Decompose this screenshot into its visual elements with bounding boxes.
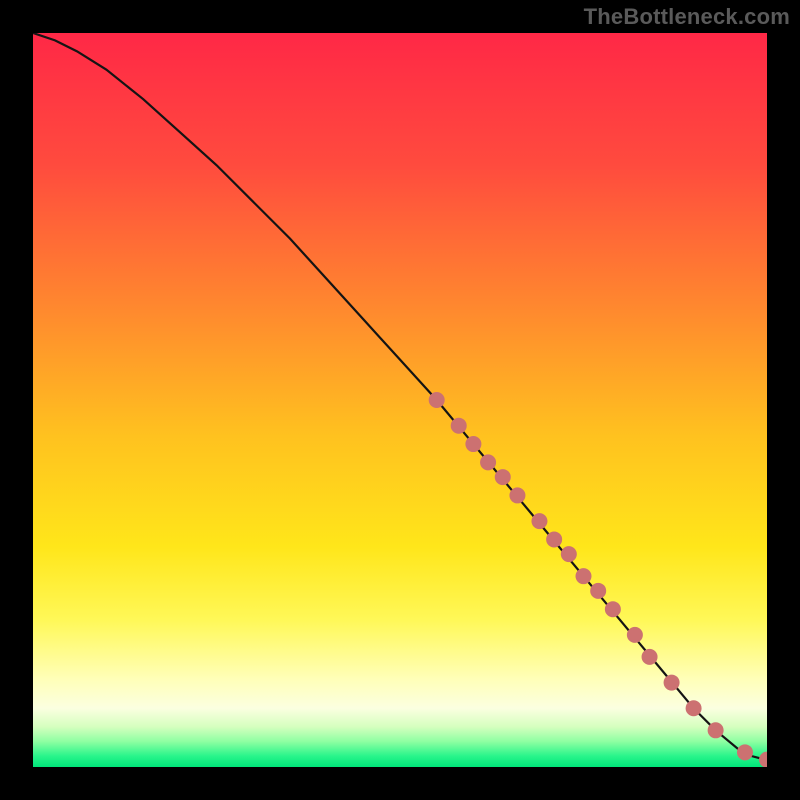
marker-point bbox=[480, 454, 496, 470]
marker-point bbox=[546, 531, 562, 547]
marker-point bbox=[590, 583, 606, 599]
watermark-text: TheBottleneck.com bbox=[584, 4, 790, 30]
plot-canvas bbox=[33, 33, 767, 767]
marker-point bbox=[429, 392, 445, 408]
marker-point bbox=[642, 649, 658, 665]
marker-point bbox=[451, 418, 467, 434]
marker-point bbox=[495, 469, 511, 485]
marker-point bbox=[576, 568, 592, 584]
marker-point bbox=[737, 744, 753, 760]
marker-point bbox=[627, 627, 643, 643]
marker-point bbox=[708, 722, 724, 738]
marker-point bbox=[664, 675, 680, 691]
marker-point bbox=[531, 513, 547, 529]
marker-point bbox=[509, 487, 525, 503]
marker-point bbox=[605, 601, 621, 617]
plot-area bbox=[33, 33, 767, 767]
marker-point bbox=[561, 546, 577, 562]
chart-frame: TheBottleneck.com bbox=[0, 0, 800, 800]
marker-point bbox=[686, 700, 702, 716]
marker-point bbox=[465, 436, 481, 452]
